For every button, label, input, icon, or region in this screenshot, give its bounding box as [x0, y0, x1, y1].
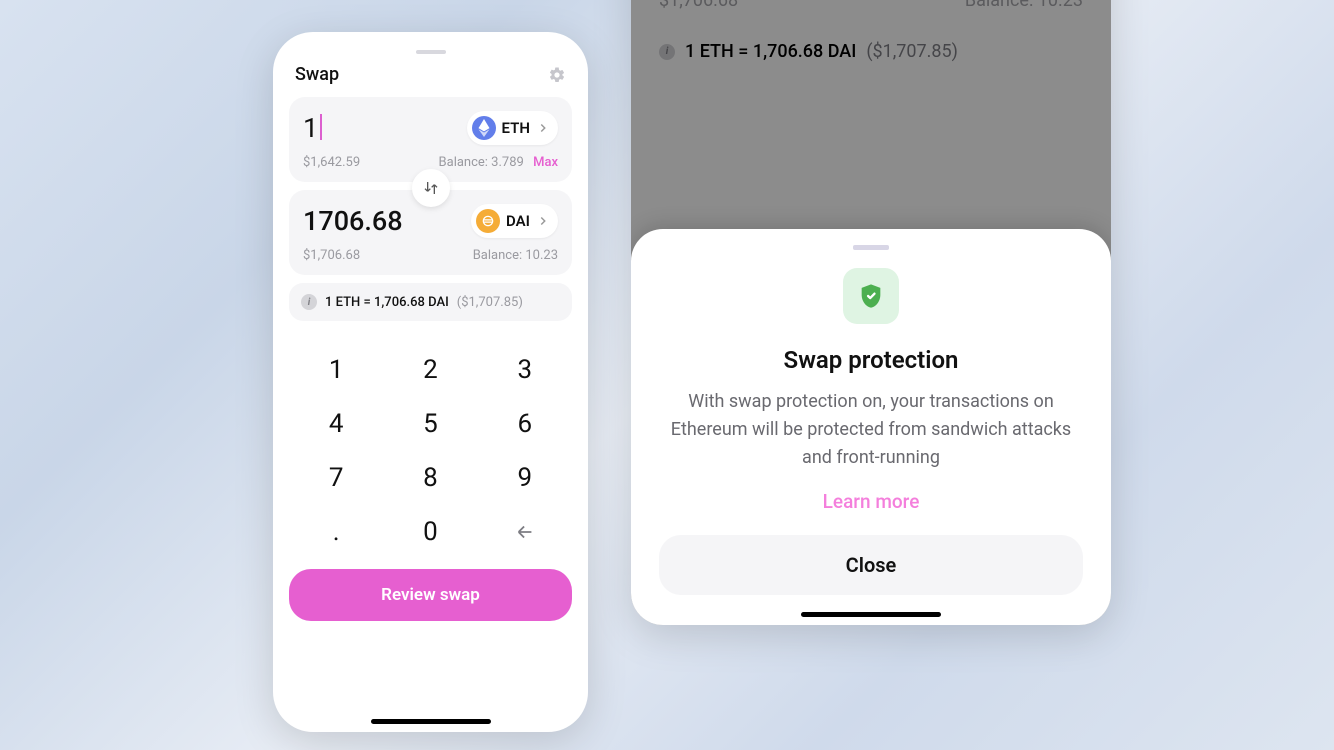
from-balance: Balance: 3.789 [439, 155, 524, 170]
key-2[interactable]: 2 [383, 355, 477, 385]
rate-text: 1 ETH = 1,706.68 DAI [325, 295, 449, 310]
key-9[interactable]: 9 [478, 463, 572, 493]
eth-coin-icon [472, 116, 496, 140]
exchange-rate-card[interactable]: i 1 ETH = 1,706.68 DAI ($1,707.85) [289, 283, 572, 321]
key-backspace[interactable] [478, 517, 572, 547]
to-balance: Balance: 10.23 [473, 248, 558, 263]
dai-coin-icon [476, 209, 500, 233]
chevron-right-icon [536, 121, 550, 135]
rate-usd: ($1,707.85) [457, 295, 523, 310]
from-usd-value: $1,642.59 [303, 155, 360, 170]
sheet-body: With swap protection on, your transactio… [659, 388, 1083, 472]
numeric-keypad: 1 2 3 4 5 6 7 8 9 . 0 [289, 355, 572, 547]
arrow-left-icon [514, 521, 536, 543]
home-indicator-icon [371, 719, 491, 724]
from-token-symbol: ETH [502, 119, 530, 137]
shield-badge [843, 268, 899, 324]
info-icon: i [301, 294, 317, 310]
swap-phone: Swap 1 ETH $1,642.59 Balance: 3 [273, 32, 588, 732]
key-8[interactable]: 8 [383, 463, 477, 493]
to-usd-value: $1,706.68 [303, 248, 360, 263]
to-amount: 1706.68 [303, 205, 403, 237]
from-token-select[interactable]: ETH [467, 111, 558, 145]
from-amount-input[interactable]: 1 [303, 112, 322, 144]
sheet-title: Swap protection [659, 346, 1083, 374]
to-token-card: 1706.68 DAI $1,706.68 Balance: 10.23 [289, 190, 572, 275]
key-3[interactable]: 3 [478, 355, 572, 385]
chevron-right-icon [536, 214, 550, 228]
swap-title: Swap [295, 64, 339, 85]
key-0[interactable]: 0 [383, 517, 477, 547]
key-6[interactable]: 6 [478, 409, 572, 439]
protection-phone: $1,706.68 Balance: 10.23 i 1 ETH = 1,706… [631, 0, 1111, 625]
shield-check-icon [857, 282, 885, 310]
max-button[interactable]: Max [533, 155, 558, 170]
key-7[interactable]: 7 [289, 463, 383, 493]
swap-protection-sheet: Swap protection With swap protection on,… [631, 229, 1111, 625]
close-button[interactable]: Close [659, 535, 1083, 595]
key-4[interactable]: 4 [289, 409, 383, 439]
to-token-symbol: DAI [506, 212, 530, 230]
key-1[interactable]: 1 [289, 355, 383, 385]
key-dot[interactable]: . [289, 517, 383, 547]
key-5[interactable]: 5 [383, 409, 477, 439]
drag-handle-icon[interactable] [853, 245, 889, 250]
review-swap-button[interactable]: Review swap [289, 569, 572, 621]
gear-icon[interactable] [548, 66, 566, 84]
swap-direction-button[interactable] [412, 169, 450, 207]
to-token-select[interactable]: DAI [471, 204, 558, 238]
home-indicator-icon [801, 612, 941, 617]
drag-handle-icon [416, 50, 446, 54]
learn-more-link[interactable]: Learn more [659, 490, 1083, 513]
